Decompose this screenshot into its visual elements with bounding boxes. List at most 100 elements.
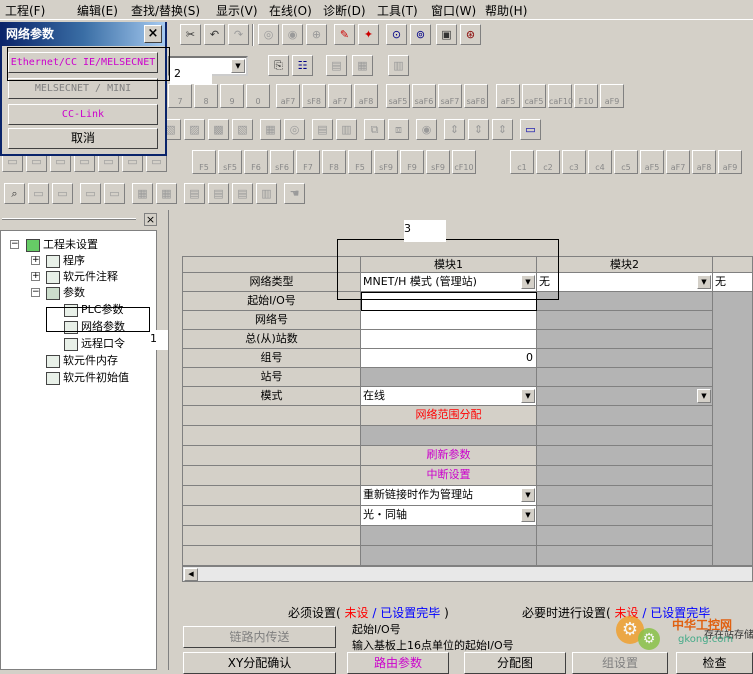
find-instruction-icon[interactable]: ◉ xyxy=(282,24,303,45)
tool-icon[interactable]: ▭ xyxy=(80,183,101,204)
link-transfer-button[interactable]: 链路内传送 xyxy=(183,626,336,648)
fkey-saf6[interactable]: saF6 xyxy=(412,84,436,108)
monitor-icon[interactable]: ▣ xyxy=(436,24,457,45)
cancel-button[interactable]: 取消 xyxy=(8,128,158,149)
module1-interrupt-setting-button[interactable]: 中断设置 xyxy=(361,466,537,486)
fkey-af5[interactable]: aF5 xyxy=(496,84,520,108)
tool-icon[interactable]: ▩ xyxy=(208,119,229,140)
menu-find-replace[interactable]: 查找/替换(S) xyxy=(131,2,200,19)
menu-diagnostics[interactable]: 诊断(D) xyxy=(323,2,366,19)
chevron-down-icon[interactable]: ▼ xyxy=(521,508,535,522)
fkey-af7[interactable]: aF7 xyxy=(276,84,300,108)
chevron-down-icon[interactable]: ▼ xyxy=(697,275,711,289)
module1-group-no-input[interactable]: 0 xyxy=(361,349,537,368)
tool-icon[interactable]: ▦ xyxy=(260,119,281,140)
tool-icon[interactable]: ▦ xyxy=(156,183,177,204)
module1-cable-select[interactable]: 光・同轴 ▼ xyxy=(361,506,537,526)
expand-icon[interactable]: + xyxy=(31,256,40,265)
zoom-in-icon[interactable]: ⊙ xyxy=(386,24,407,45)
fkey-f6[interactable]: F6 xyxy=(244,150,268,174)
tree-item-remote-password[interactable]: 远程口令 xyxy=(64,335,125,351)
tool-icon[interactable]: ▧ xyxy=(232,119,253,140)
route-param-button[interactable]: 路由参数 xyxy=(347,652,449,674)
tool-icon[interactable]: ⇕ xyxy=(444,119,465,140)
undo-icon[interactable]: ↶ xyxy=(204,24,225,45)
menu-project[interactable]: 工程(F) xyxy=(5,2,45,19)
fkey-cf10[interactable]: cF10 xyxy=(452,150,476,174)
fkey-af7c[interactable]: aF7 xyxy=(666,150,690,174)
zoom-out-icon[interactable]: ⊚ xyxy=(410,24,431,45)
module3-network-type-select[interactable]: 无 xyxy=(713,273,752,292)
module1-total-stations-input[interactable] xyxy=(361,330,537,349)
scroll-left-icon[interactable]: ◀ xyxy=(184,568,198,581)
fkey-7[interactable]: 7 xyxy=(168,84,192,108)
module1-relink-select[interactable]: 重新链接时作为管理站 ▼ xyxy=(361,486,537,506)
fkey-sf8[interactable]: sF8 xyxy=(302,84,326,108)
fkey-f7[interactable]: F7 xyxy=(296,150,320,174)
fkey-af8[interactable]: aF8 xyxy=(354,84,378,108)
tool-icon[interactable]: ▭ xyxy=(28,183,49,204)
fkey-c3[interactable]: c3 xyxy=(562,150,586,174)
tool-icon[interactable]: ▤ xyxy=(312,119,333,140)
module2-network-type-select[interactable]: 无 ▼ xyxy=(537,273,713,292)
fkey-sf9[interactable]: sF9 xyxy=(374,150,398,174)
module1-mode-select[interactable]: 在线 ▼ xyxy=(361,387,537,406)
fkey-0[interactable]: 0 xyxy=(246,84,270,108)
fkey-caf5[interactable]: caF5 xyxy=(522,84,546,108)
menu-window[interactable]: 窗口(W) xyxy=(431,2,476,19)
chevron-down-icon[interactable]: ▼ xyxy=(521,488,535,502)
fkey-saf5[interactable]: saF5 xyxy=(386,84,410,108)
fkey-sf9b[interactable]: sF9 xyxy=(426,150,450,174)
fkey-f8[interactable]: F8 xyxy=(322,150,346,174)
fkey-saf7[interactable]: saF7 xyxy=(438,84,462,108)
tool-icon[interactable]: ▥ xyxy=(336,119,357,140)
monitor-start-icon[interactable]: ⊛ xyxy=(460,24,481,45)
fkey-af8b[interactable]: aF8 xyxy=(692,150,716,174)
fkey-8[interactable]: 8 xyxy=(194,84,218,108)
fkey-c1[interactable]: c1 xyxy=(510,150,534,174)
fkey-saf8[interactable]: saF8 xyxy=(464,84,488,108)
fkey-sf5[interactable]: sF5 xyxy=(218,150,242,174)
cc-link-button[interactable]: CC-Link xyxy=(8,104,158,125)
binoculars-icon[interactable]: ⌕ xyxy=(4,183,25,204)
expand-icon[interactable]: + xyxy=(31,272,40,281)
fkey-f5b[interactable]: F5 xyxy=(348,150,372,174)
menu-online[interactable]: 在线(O) xyxy=(269,2,312,19)
tool-icon[interactable]: ⧉ xyxy=(364,119,385,140)
fkey-sf6[interactable]: sF6 xyxy=(270,150,294,174)
fkey-f10[interactable]: F10 xyxy=(574,84,598,108)
close-icon[interactable]: × xyxy=(144,213,157,226)
collapse-icon[interactable]: − xyxy=(31,288,40,297)
chevron-down-icon[interactable]: ▼ xyxy=(231,59,245,73)
tool-icon[interactable]: ▦ xyxy=(132,183,153,204)
chevron-down-icon[interactable]: ▼ xyxy=(521,389,535,403)
module1-refresh-param-button[interactable]: 刷新参数 xyxy=(361,446,537,466)
fkey-af5b[interactable]: aF5 xyxy=(640,150,664,174)
read-mode-icon[interactable]: ⎘ xyxy=(268,55,289,76)
close-icon[interactable]: × xyxy=(144,25,162,43)
fkey-caf10[interactable]: caF10 xyxy=(548,84,573,108)
ladder-icon[interactable]: ▥ xyxy=(388,55,409,76)
tool-icon[interactable]: ▤ xyxy=(184,183,205,204)
cut-icon[interactable]: ✂ xyxy=(180,24,201,45)
tree-item-program[interactable]: 程序 xyxy=(46,252,85,268)
xy-assign-button[interactable]: XY分配确认 xyxy=(183,652,336,674)
module1-network-no-input[interactable] xyxy=(361,311,537,330)
fkey-af9[interactable]: aF9 xyxy=(600,84,624,108)
tree-item-device-init[interactable]: 软元件初始值 xyxy=(46,369,129,385)
fkey-c4[interactable]: c4 xyxy=(588,150,612,174)
menu-view[interactable]: 显示(V) xyxy=(216,2,258,19)
collapse-icon[interactable]: − xyxy=(10,240,19,249)
fkey-c5[interactable]: c5 xyxy=(614,150,638,174)
assignment-chart-button[interactable]: 分配图 xyxy=(464,652,566,674)
tool-icon[interactable]: ▤ xyxy=(208,183,229,204)
comment-icon[interactable]: ✎ xyxy=(334,24,355,45)
fkey-af7b[interactable]: aF7 xyxy=(328,84,352,108)
menu-tools[interactable]: 工具(T) xyxy=(377,2,418,19)
fkey-9[interactable]: 9 xyxy=(220,84,244,108)
fkey-f9[interactable]: F9 xyxy=(400,150,424,174)
hand-icon[interactable]: ☚ xyxy=(284,183,305,204)
menu-edit[interactable]: 编辑(E) xyxy=(77,2,118,19)
tree-item-device-comment[interactable]: 软元件注释 xyxy=(46,268,118,284)
fkey-af9b[interactable]: aF9 xyxy=(718,150,742,174)
